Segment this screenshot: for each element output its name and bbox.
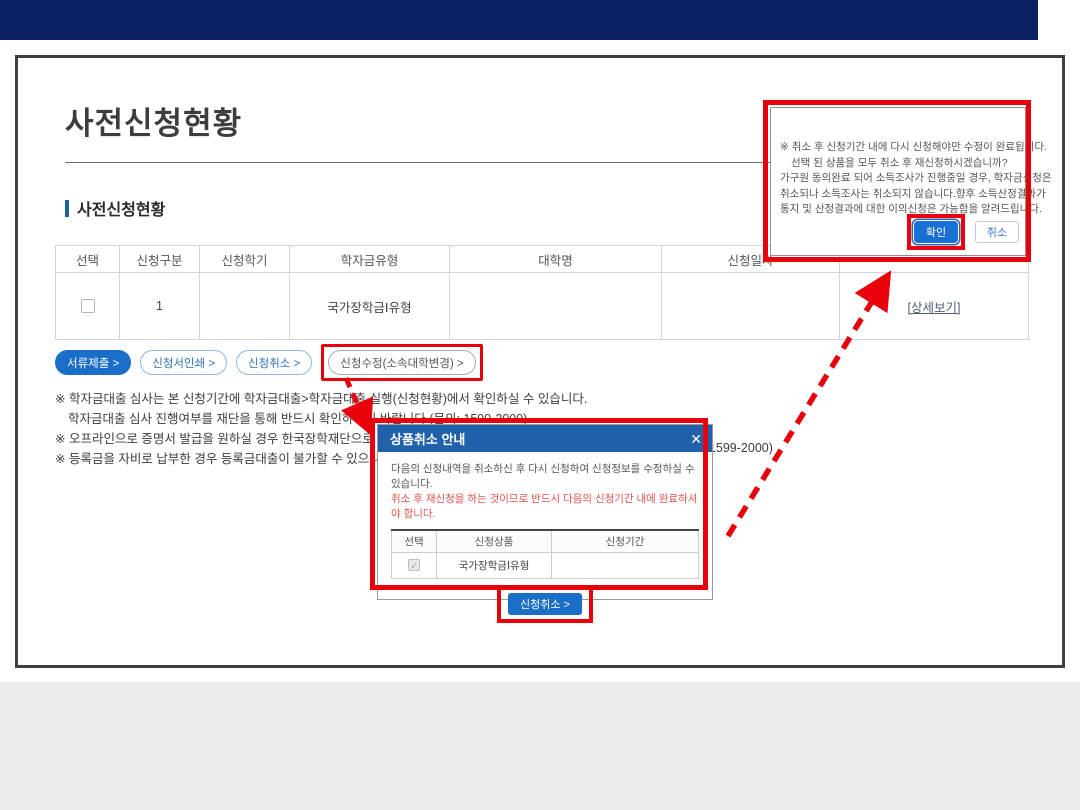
header-select: 선택 xyxy=(56,246,120,273)
modal-body: 다음의 신청내역을 취소하신 후 다시 신청하여 신청정보를 수정하실 수 있습… xyxy=(378,452,712,623)
row-checkbox[interactable] xyxy=(81,299,95,313)
close-icon[interactable]: ✕ xyxy=(690,432,702,446)
product-cancel-modal: 상품취소 안내 ✕ 다음의 신청내역을 취소하신 후 다시 신청하여 신청정보를… xyxy=(377,424,713,600)
popup-button-row: 확인 취소 xyxy=(907,214,1019,250)
header-category: 신청구분 xyxy=(120,246,200,273)
header-aid-type: 학자금유형 xyxy=(290,246,450,273)
header-semester: 신청학기 xyxy=(200,246,290,273)
modal-cell-select: ✓ xyxy=(392,552,437,578)
cell-semester xyxy=(200,273,290,340)
header-university: 대학명 xyxy=(450,246,662,273)
modal-cancel-highlight-box: 신청취소 > xyxy=(497,585,593,623)
detail-view-link[interactable]: [상세보기] xyxy=(908,301,961,315)
screenshot-stage: 사전신청현황 사전신청현황 선택 신청구분 신청학기 학자금유형 대학명 신청일… xyxy=(0,0,1080,810)
toolbar: 서류제출 > 신청서인쇄 > 신청취소 > 신청수정(소속대학변경) > xyxy=(55,344,483,381)
page-title: 사전신청현황 xyxy=(65,98,242,143)
cell-apply-date xyxy=(662,273,840,340)
modal-table-header-row: 선택 신청상품 신청기간 xyxy=(392,530,699,552)
popup-cancel-button[interactable]: 취소 xyxy=(975,221,1019,243)
cell-aid-type: 국가장학금Ⅰ유형 xyxy=(290,273,450,340)
confirm-button[interactable]: 확인 xyxy=(914,221,958,243)
section-accent-bar xyxy=(65,200,69,217)
print-form-button[interactable]: 신청서인쇄 > xyxy=(140,350,227,375)
cell-university xyxy=(450,273,662,340)
modal-header-period: 신청기간 xyxy=(552,530,699,552)
popup-line-2: 선택 된 상품을 모두 취소 후 재신청하시겠습니까? xyxy=(780,156,1052,172)
modal-description: 다음의 신청내역을 취소하신 후 다시 신청하여 신청정보를 수정하실 수 있습… xyxy=(391,462,699,492)
modal-cell-product: 국가장학금Ⅰ유형 xyxy=(437,552,552,578)
modal-header: 상품취소 안내 ✕ xyxy=(378,425,712,452)
cell-category: 1 xyxy=(120,273,200,340)
modify-apply-button[interactable]: 신청수정(소속대학변경) > xyxy=(328,350,475,375)
modal-table-row: ✓ 국가장학금Ⅰ유형 xyxy=(392,552,699,578)
modal-warning: 취소 후 재신청을 하는 것이므로 반드시 다음의 신청기간 내에 완료하셔야 … xyxy=(391,492,699,522)
popup-line-3: 가구원 동의완료 되어 소득조사가 진행중일 경우, 학자금신청은 xyxy=(780,171,1052,187)
section-title: 사전신청현황 xyxy=(77,196,165,220)
modal-title: 상품취소 안내 xyxy=(390,429,465,448)
modal-product-table: 선택 신청상품 신청기간 ✓ 국가장학금Ⅰ유형 xyxy=(391,529,699,579)
cell-select xyxy=(56,273,120,340)
cancel-apply-button[interactable]: 신청취소 > xyxy=(236,350,312,375)
popup-message: ※ 취소 후 신청기간 내에 다시 신청해야만 수정이 완료됩니다. 선택 된 … xyxy=(780,140,1052,218)
bottom-gray-band xyxy=(0,682,1080,810)
popup-line-4: 취소되나 소득조사는 취소되지 않습니다.향후 소득산정결과가 xyxy=(780,187,1052,203)
notice-line-1: ※ 학자금대출 심사는 본 신청기간에 학자금대출>학자금대출 실행(신청현황)… xyxy=(55,389,587,409)
modal-header-select: 선택 xyxy=(392,530,437,552)
modal-button-row: 신청취소 > xyxy=(391,585,699,623)
cancel-confirm-popup: ※ 취소 후 신청기간 내에 다시 신청해야만 수정이 완료됩니다. 선택 된 … xyxy=(770,107,1026,256)
confirm-highlight-box: 확인 xyxy=(907,214,965,250)
top-navy-bar xyxy=(0,0,1038,40)
modal-header-product: 신청상품 xyxy=(437,530,552,552)
modal-cancel-apply-button[interactable]: 신청취소 > xyxy=(508,593,582,615)
popup-line-1: ※ 취소 후 신청기간 내에 다시 신청해야만 수정이 완료됩니다. xyxy=(780,140,1052,156)
modify-button-highlight-box: 신청수정(소속대학변경) > xyxy=(321,344,482,381)
section-header: 사전신청현황 xyxy=(65,196,165,220)
checked-checkbox-icon[interactable]: ✓ xyxy=(408,559,420,571)
modal-cell-period xyxy=(552,552,699,578)
cell-detail: [상세보기] xyxy=(840,273,1029,340)
table-row: 1 국가장학금Ⅰ유형 [상세보기] xyxy=(56,273,1029,340)
submit-docs-button[interactable]: 서류제출 > xyxy=(55,350,131,375)
application-status-table: 선택 신청구분 신청학기 학자금유형 대학명 신청일자 1 국가장학금Ⅰ유형 [… xyxy=(55,245,1029,340)
